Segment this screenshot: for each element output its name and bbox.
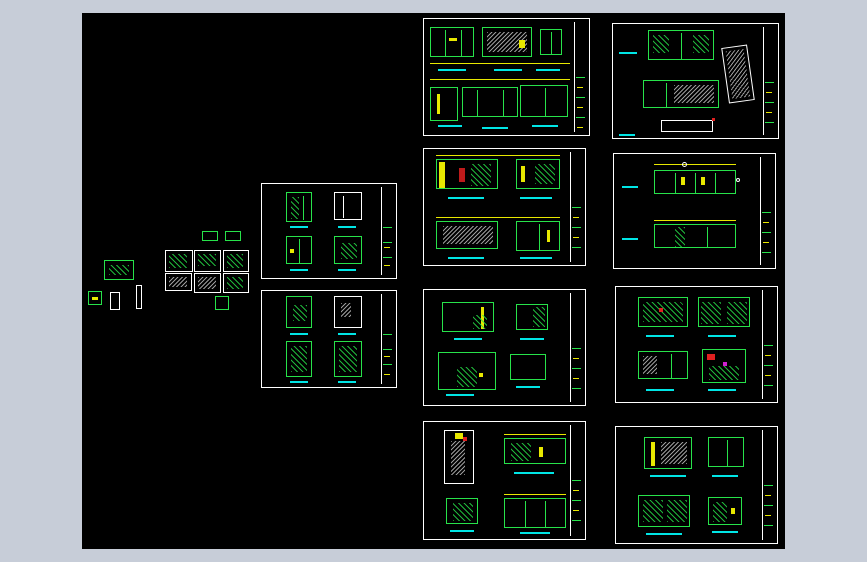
drawing-sheet[interactable] — [423, 421, 586, 540]
title-block — [381, 294, 393, 384]
detail-thumbnail[interactable] — [165, 250, 193, 272]
drawing-sheet[interactable] — [613, 153, 776, 269]
detail-thumbnail[interactable] — [136, 285, 142, 309]
detail-thumbnail[interactable] — [202, 231, 218, 241]
title-block — [570, 152, 582, 262]
detail-thumbnail[interactable] — [223, 250, 249, 272]
drawing-sheet[interactable] — [612, 23, 779, 139]
title-block — [760, 157, 772, 265]
title-block — [574, 22, 586, 132]
detail-thumbnail[interactable] — [194, 273, 221, 293]
drawing-sheet[interactable] — [615, 286, 778, 403]
drawing-sheet[interactable] — [615, 426, 778, 544]
title-block — [381, 187, 393, 275]
drawing-sheet[interactable] — [423, 289, 586, 406]
detail-thumbnail[interactable] — [165, 273, 192, 291]
drawing-sheet[interactable] — [261, 183, 397, 279]
detail-thumbnail[interactable] — [223, 273, 249, 293]
drawing-sheet[interactable] — [423, 148, 586, 266]
detail-thumbnail[interactable] — [88, 291, 102, 305]
detail-thumbnail[interactable] — [225, 231, 241, 241]
title-block — [763, 27, 775, 135]
detail-thumbnail[interactable] — [104, 260, 134, 280]
title-block — [762, 430, 774, 540]
detail-thumbnail[interactable] — [215, 296, 229, 310]
drawing-sheet[interactable] — [261, 290, 397, 388]
title-block — [570, 425, 582, 536]
detail-thumbnail[interactable] — [194, 250, 221, 272]
title-block — [762, 290, 774, 399]
drawing-sheet[interactable] — [423, 18, 590, 136]
title-block — [570, 293, 582, 402]
cad-drawing-viewport[interactable] — [82, 13, 785, 549]
detail-thumbnail[interactable] — [110, 292, 120, 310]
